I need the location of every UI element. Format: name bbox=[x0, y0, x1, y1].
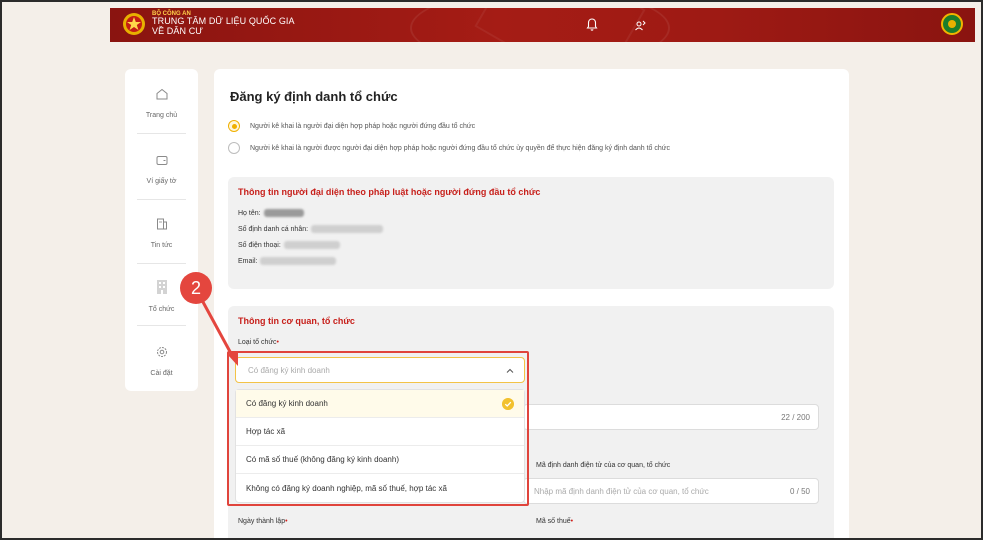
annotation-arrow bbox=[201, 301, 238, 366]
step-badge: 2 bbox=[180, 272, 212, 304]
screenshot-frame: BỘ CÔNG AN TRUNG TÂM DỮ LIỆU QUỐC GIA VỀ… bbox=[0, 0, 983, 540]
